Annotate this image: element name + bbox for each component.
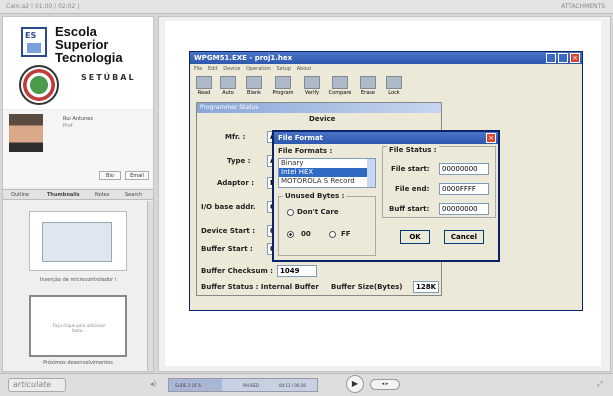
menu-about[interactable]: About xyxy=(297,66,312,72)
menu-operation[interactable]: Operation xyxy=(246,66,271,72)
file-format-dialog: File Format × File Formats : Binary Inte… xyxy=(272,130,500,262)
minimize-icon[interactable] xyxy=(546,53,556,63)
buffer-size-value: 128K xyxy=(413,281,439,293)
cancel-button[interactable]: Cancel xyxy=(444,230,484,244)
read-button[interactable]: Read xyxy=(194,76,214,96)
radio-00[interactable] xyxy=(287,231,294,238)
file-end-value: 0000FFFF xyxy=(439,183,489,195)
articulate-logo: articulate xyxy=(8,378,66,392)
file-status-group: File Status : File start: 00000000 File … xyxy=(382,146,496,218)
format-option-motorola[interactable]: MOTOROLA S Record xyxy=(279,177,367,186)
auto-button[interactable]: Auto xyxy=(218,76,238,96)
io-base-label: I/O base addr. xyxy=(201,203,256,211)
checksum-value: 1049 xyxy=(277,265,317,277)
verify-button[interactable]: Verify xyxy=(302,76,322,96)
dialog-close-icon[interactable]: × xyxy=(486,133,496,143)
presenter-role: Prof. xyxy=(63,123,74,129)
blank-button[interactable]: Blank xyxy=(244,76,264,96)
top-bar: Cam.a2 | 01:00 / 02:02 | ATTACHMENTS xyxy=(0,0,613,14)
buffer-size-label: Buffer Size(Bytes) xyxy=(331,283,403,291)
buff-start-value: 00000000 xyxy=(439,203,489,215)
lock-button[interactable]: Lock xyxy=(384,76,404,96)
checksum-label: Buffer Checksum : xyxy=(201,267,273,275)
tab-notes[interactable]: Notes xyxy=(95,192,109,198)
file-start-label: File start: xyxy=(391,165,430,173)
compare-button[interactable]: Compare xyxy=(326,76,354,96)
fullscreen-icon[interactable]: ⤢ xyxy=(597,380,603,389)
tab-outline[interactable]: Outline xyxy=(11,192,29,198)
playback-state: PAUSED xyxy=(243,383,259,388)
mfr-label: Mfr. : xyxy=(225,133,246,141)
formats-label: File Formats : xyxy=(278,147,333,155)
file-start-value: 00000000 xyxy=(439,163,489,175)
erase-button[interactable]: Erase xyxy=(358,76,378,96)
formats-list[interactable]: Binary Intel HEX MOTOROLA S Record xyxy=(278,158,376,188)
ok-button[interactable]: OK xyxy=(400,230,430,244)
maximize-icon[interactable] xyxy=(558,53,568,63)
radio-ff-label: FF xyxy=(341,230,351,238)
player-bar: articulate ◂) SLIDE 2 OF 6 PAUSED 00:13 … xyxy=(0,373,613,396)
adaptor-label: Adaptor : xyxy=(217,179,255,187)
thumbnail-text: Faça clique para adicionar texto... xyxy=(52,323,106,333)
status-title: Programmer Status xyxy=(197,103,441,113)
buff-start-label: Buff start: xyxy=(389,205,430,213)
dialog-title-bar: File Format xyxy=(274,132,498,144)
unused-bytes-group: Unused Bytes : Don't Care 00 FF xyxy=(278,192,376,256)
tab-search[interactable]: Search xyxy=(125,192,142,198)
app-title: WPGM51.EXE - proj1.hex xyxy=(194,54,293,62)
prev-next-buttons[interactable]: ◂ ▸ xyxy=(370,379,400,390)
presentation-title: Cam.a2 | 01:00 / 02:02 | xyxy=(6,3,80,10)
dont-care-radio[interactable] xyxy=(287,209,294,216)
slide-info: SLIDE 2 OF 6 xyxy=(175,383,201,388)
logo-city: SETÚBAL xyxy=(81,73,136,82)
formats-scrollbar[interactable] xyxy=(367,159,375,187)
sidebar-scrollbar[interactable] xyxy=(147,201,153,371)
progress-bar[interactable]: SLIDE 2 OF 6 PAUSED 00:13 / 00:36 xyxy=(168,378,318,392)
seal-icon xyxy=(19,65,59,105)
program-button[interactable]: Program xyxy=(270,76,296,96)
type-label: Type : xyxy=(227,157,251,165)
file-end-label: File end: xyxy=(395,185,430,193)
menu-setup[interactable]: Setup xyxy=(276,66,291,72)
bio-button[interactable]: Bio xyxy=(99,171,121,180)
format-option-binary[interactable]: Binary xyxy=(279,159,375,168)
slide-area: WPGM51.EXE - proj1.hex × File Edit Devic… xyxy=(158,16,611,372)
dont-care-label: Don't Care xyxy=(297,208,339,216)
device-header: Device xyxy=(309,115,336,123)
format-option-intel-hex[interactable]: Intel HEX xyxy=(279,168,375,177)
app-window: WPGM51.EXE - proj1.hex × File Edit Devic… xyxy=(189,51,583,311)
menu-device[interactable]: Device xyxy=(223,66,240,72)
radio-00-label: 00 xyxy=(301,230,311,238)
shield-icon: ES xyxy=(21,27,47,57)
play-icon[interactable]: ▶ xyxy=(346,375,364,393)
file-status-label: File Status : xyxy=(387,146,439,154)
volume-icon[interactable]: ◂) xyxy=(150,380,156,388)
thumbnail-slide-1[interactable] xyxy=(29,211,127,271)
sidebar-tabs: Outline Thumbnails Notes Search xyxy=(3,189,153,200)
attachments-button[interactable]: ATTACHMENTS xyxy=(561,3,605,10)
device-start-label: Device Start : xyxy=(201,227,256,235)
thumbnail-caption: Próximos desenvolvimentos xyxy=(43,360,113,366)
presenter-name: Rui Antunes xyxy=(63,116,93,122)
slide: WPGM51.EXE - proj1.hex × File Edit Devic… xyxy=(165,21,601,366)
thumbnail-slide-2[interactable]: Faça clique para adicionar texto... xyxy=(29,295,127,357)
tab-thumbnails[interactable]: Thumbnails xyxy=(47,192,80,198)
presenter-panel: Rui Antunes Prof. Bio Email xyxy=(3,111,153,187)
menu-edit[interactable]: Edit xyxy=(208,66,218,72)
thumbnail-caption: Inserção de microcontrolador i xyxy=(39,277,117,283)
school-logo: ES Escola Superior Tecnologia SETÚBAL xyxy=(3,17,153,109)
app-title-bar: WPGM51.EXE - proj1.hex xyxy=(190,52,582,64)
dialog-title: File Format xyxy=(278,134,323,142)
menu-file[interactable]: File xyxy=(194,66,202,72)
playback-time: 00:13 / 00:36 xyxy=(279,383,306,388)
unused-bytes-label: Unused Bytes : xyxy=(283,192,347,200)
radio-ff[interactable] xyxy=(329,231,336,238)
buffer-status-label: Buffer Status : Internal Buffer xyxy=(201,283,319,291)
buffer-start-label: Buffer Start : xyxy=(201,245,253,253)
email-button[interactable]: Email xyxy=(125,171,149,180)
close-icon[interactable]: × xyxy=(570,53,580,63)
presenter-photo xyxy=(9,114,43,152)
logo-line-3: Tecnologia xyxy=(55,50,123,65)
sidebar: ES Escola Superior Tecnologia SETÚBAL Ru… xyxy=(2,16,154,372)
